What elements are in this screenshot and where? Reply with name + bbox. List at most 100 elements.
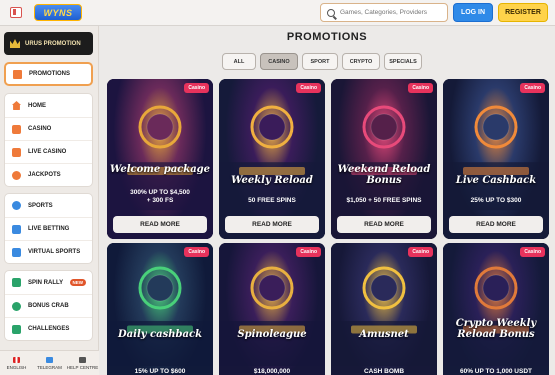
sidebar-item-jackpots[interactable]: JACKPOTS — [5, 163, 92, 186]
neon-sign-icon — [107, 266, 213, 366]
promo-card-title: Amusnet — [359, 329, 409, 340]
read-more-button[interactable]: READ MORE — [225, 216, 319, 233]
sidebar-item-live-betting[interactable]: LIVE BETTING — [5, 217, 92, 240]
category-badge: Casino — [184, 83, 209, 93]
search-box[interactable] — [320, 3, 448, 22]
promo-card-subtitle: 25% UP TO $300 — [470, 197, 522, 204]
promo-card-image — [331, 79, 437, 239]
sidebar-item-label: CHALLENGES — [28, 326, 70, 332]
telegram-link[interactable]: TELEGRAM — [33, 351, 66, 375]
tab-specials[interactable]: SPECIALS — [384, 53, 422, 70]
footer-label: ENGLISH — [6, 364, 27, 370]
promo-card-title: Daily cashback — [118, 329, 202, 340]
neon-sign-icon — [107, 105, 213, 211]
sidebar-item-home[interactable]: HOME — [5, 94, 92, 117]
neon-sign-icon — [443, 105, 549, 211]
category-badge: Casino — [408, 83, 433, 93]
neon-sign-icon — [331, 266, 437, 366]
sidebar-item-promotions[interactable]: PROMOTIONS — [6, 64, 91, 84]
search-icon — [327, 8, 335, 17]
promo-card-image — [107, 243, 213, 375]
promo-card-subtitle: 300% UP TO $4,500 + 300 FS — [130, 189, 190, 204]
promo-card-title: Spinoleague — [237, 329, 307, 340]
casino-icon — [12, 124, 21, 134]
sidebar-item-label: VIRTUAL SPORTS — [28, 249, 81, 255]
neon-sign-icon — [219, 105, 325, 211]
new-badge: NEW — [69, 279, 86, 286]
promo-card[interactable]: Casino Crypto Weekly Reload Bonus 60% UP T… — [443, 243, 549, 375]
sports-icon — [12, 201, 21, 210]
promo-card-title: Live Cashback — [455, 175, 537, 186]
promo-banner-label: URUS PROMOTION — [25, 40, 81, 47]
promo-card-title: Welcome package — [109, 164, 211, 175]
search-input[interactable] — [340, 9, 440, 16]
help-centre-link[interactable]: HELP CENTRE — [66, 351, 99, 375]
sidebar-item-label: JACKPOTS — [28, 172, 61, 178]
sidebar-group-main: HOME CASINO LIVE CASINO JACKPOTS — [4, 93, 93, 187]
sidebar-item-label: HOME — [28, 102, 46, 109]
sidebar-item-challenges[interactable]: CHALLENGES — [5, 317, 92, 340]
promo-card-title: Weekly Reload — [231, 175, 313, 186]
sidebar-item-label: LIVE CASINO — [28, 149, 67, 155]
tab-casino[interactable]: CASINO — [260, 53, 298, 70]
sidebar-footer: ENGLISH TELEGRAM HELP CENTRE — [0, 350, 99, 375]
category-badge: Casino — [520, 247, 545, 257]
promo-card[interactable]: Casino Weekly Reload 50 FREE SPINS READ MOR… — [219, 79, 325, 239]
tab-all[interactable]: ALL — [222, 53, 256, 70]
login-button[interactable]: LOG IN — [453, 3, 493, 22]
neon-sign-icon — [443, 266, 549, 366]
category-badge: Casino — [520, 83, 545, 93]
promo-card[interactable]: Casino Live Cashback 25% UP TO $300 READ MO… — [443, 79, 549, 239]
challenges-icon — [12, 324, 21, 334]
live-betting-icon — [12, 224, 21, 234]
tab-sport[interactable]: SPORT — [302, 53, 338, 70]
register-button[interactable]: REGISTER — [498, 3, 548, 22]
promo-card-subtitle: 15% UP TO $600 — [134, 368, 186, 375]
live-casino-icon — [12, 147, 21, 157]
promo-card-subtitle: $1,050 + 50 FREE SPINS — [346, 197, 422, 204]
jackpots-icon — [12, 170, 21, 180]
category-badge: Casino — [184, 247, 209, 257]
promo-card[interactable]: Casino Weekend Reload Bonus $1,050 + 50 FR… — [331, 79, 437, 239]
spin-rally-icon — [12, 278, 21, 287]
read-more-button[interactable]: READ MORE — [337, 216, 431, 233]
promo-card-image — [443, 243, 549, 375]
top-header: WYNS LOG IN REGISTER — [0, 0, 555, 26]
sidebar-item-label: BONUS CRAB — [28, 303, 69, 309]
sidebar-item-sports[interactable]: SPORTS — [5, 194, 92, 217]
promo-card-image — [219, 79, 325, 239]
sidebar-item-label: SPIN RALLY — [28, 279, 64, 286]
sidebar-item-virtual-sports[interactable]: VIRTUAL SPORTS — [5, 240, 92, 263]
sidebar-group-features: SPIN RALLY NEW BONUS CRAB CHALLENGES — [4, 270, 93, 341]
promo-card[interactable]: Casino Spinoleague $18,000,000 — [219, 243, 325, 375]
read-more-button[interactable]: READ MORE — [449, 216, 543, 233]
footer-label: HELP CENTRE — [66, 364, 99, 370]
page-title: PROMOTIONS — [286, 31, 368, 43]
promo-card[interactable]: Casino Daily cashback 15% UP TO $600 — [107, 243, 213, 375]
footer-label: TELEGRAM — [37, 364, 62, 370]
sidebar-group-sports: SPORTS LIVE BETTING VIRTUAL SPORTS — [4, 193, 93, 264]
promo-card-image — [219, 243, 325, 375]
promo-banner[interactable]: URUS PROMOTION — [4, 32, 93, 55]
bonus-crab-icon — [12, 301, 21, 311]
sidebar-toggle-icon[interactable] — [10, 7, 22, 18]
sidebar-item-label: PROMOTIONS — [29, 71, 71, 77]
promo-card-subtitle: 60% UP TO 1,000 USDT — [459, 368, 532, 375]
promo-card-subtitle: 50 FREE SPINS — [248, 197, 296, 204]
language-link[interactable]: ENGLISH — [0, 351, 33, 375]
read-more-button[interactable]: READ MORE — [113, 216, 207, 233]
sidebar-item-live-casino[interactable]: LIVE CASINO — [5, 140, 92, 163]
sidebar-item-bonus-crab[interactable]: BONUS CRAB — [5, 294, 92, 317]
site-logo[interactable]: WYNS — [34, 4, 82, 21]
home-icon — [12, 101, 21, 110]
neon-sign-icon — [219, 266, 325, 366]
promo-card[interactable]: Casino Welcome package 300% UP TO $4,500 +… — [107, 79, 213, 239]
sidebar-item-spin-rally[interactable]: SPIN RALLY NEW — [5, 271, 92, 294]
category-badge: Casino — [296, 83, 321, 93]
tab-crypto[interactable]: CRYPTO — [342, 53, 380, 70]
telegram-icon — [46, 356, 53, 363]
promo-card[interactable]: Casino Amusnet CASH BOMB — [331, 243, 437, 375]
gift-icon — [13, 69, 22, 79]
sidebar-item-casino[interactable]: CASINO — [5, 117, 92, 140]
help-icon — [79, 356, 86, 363]
